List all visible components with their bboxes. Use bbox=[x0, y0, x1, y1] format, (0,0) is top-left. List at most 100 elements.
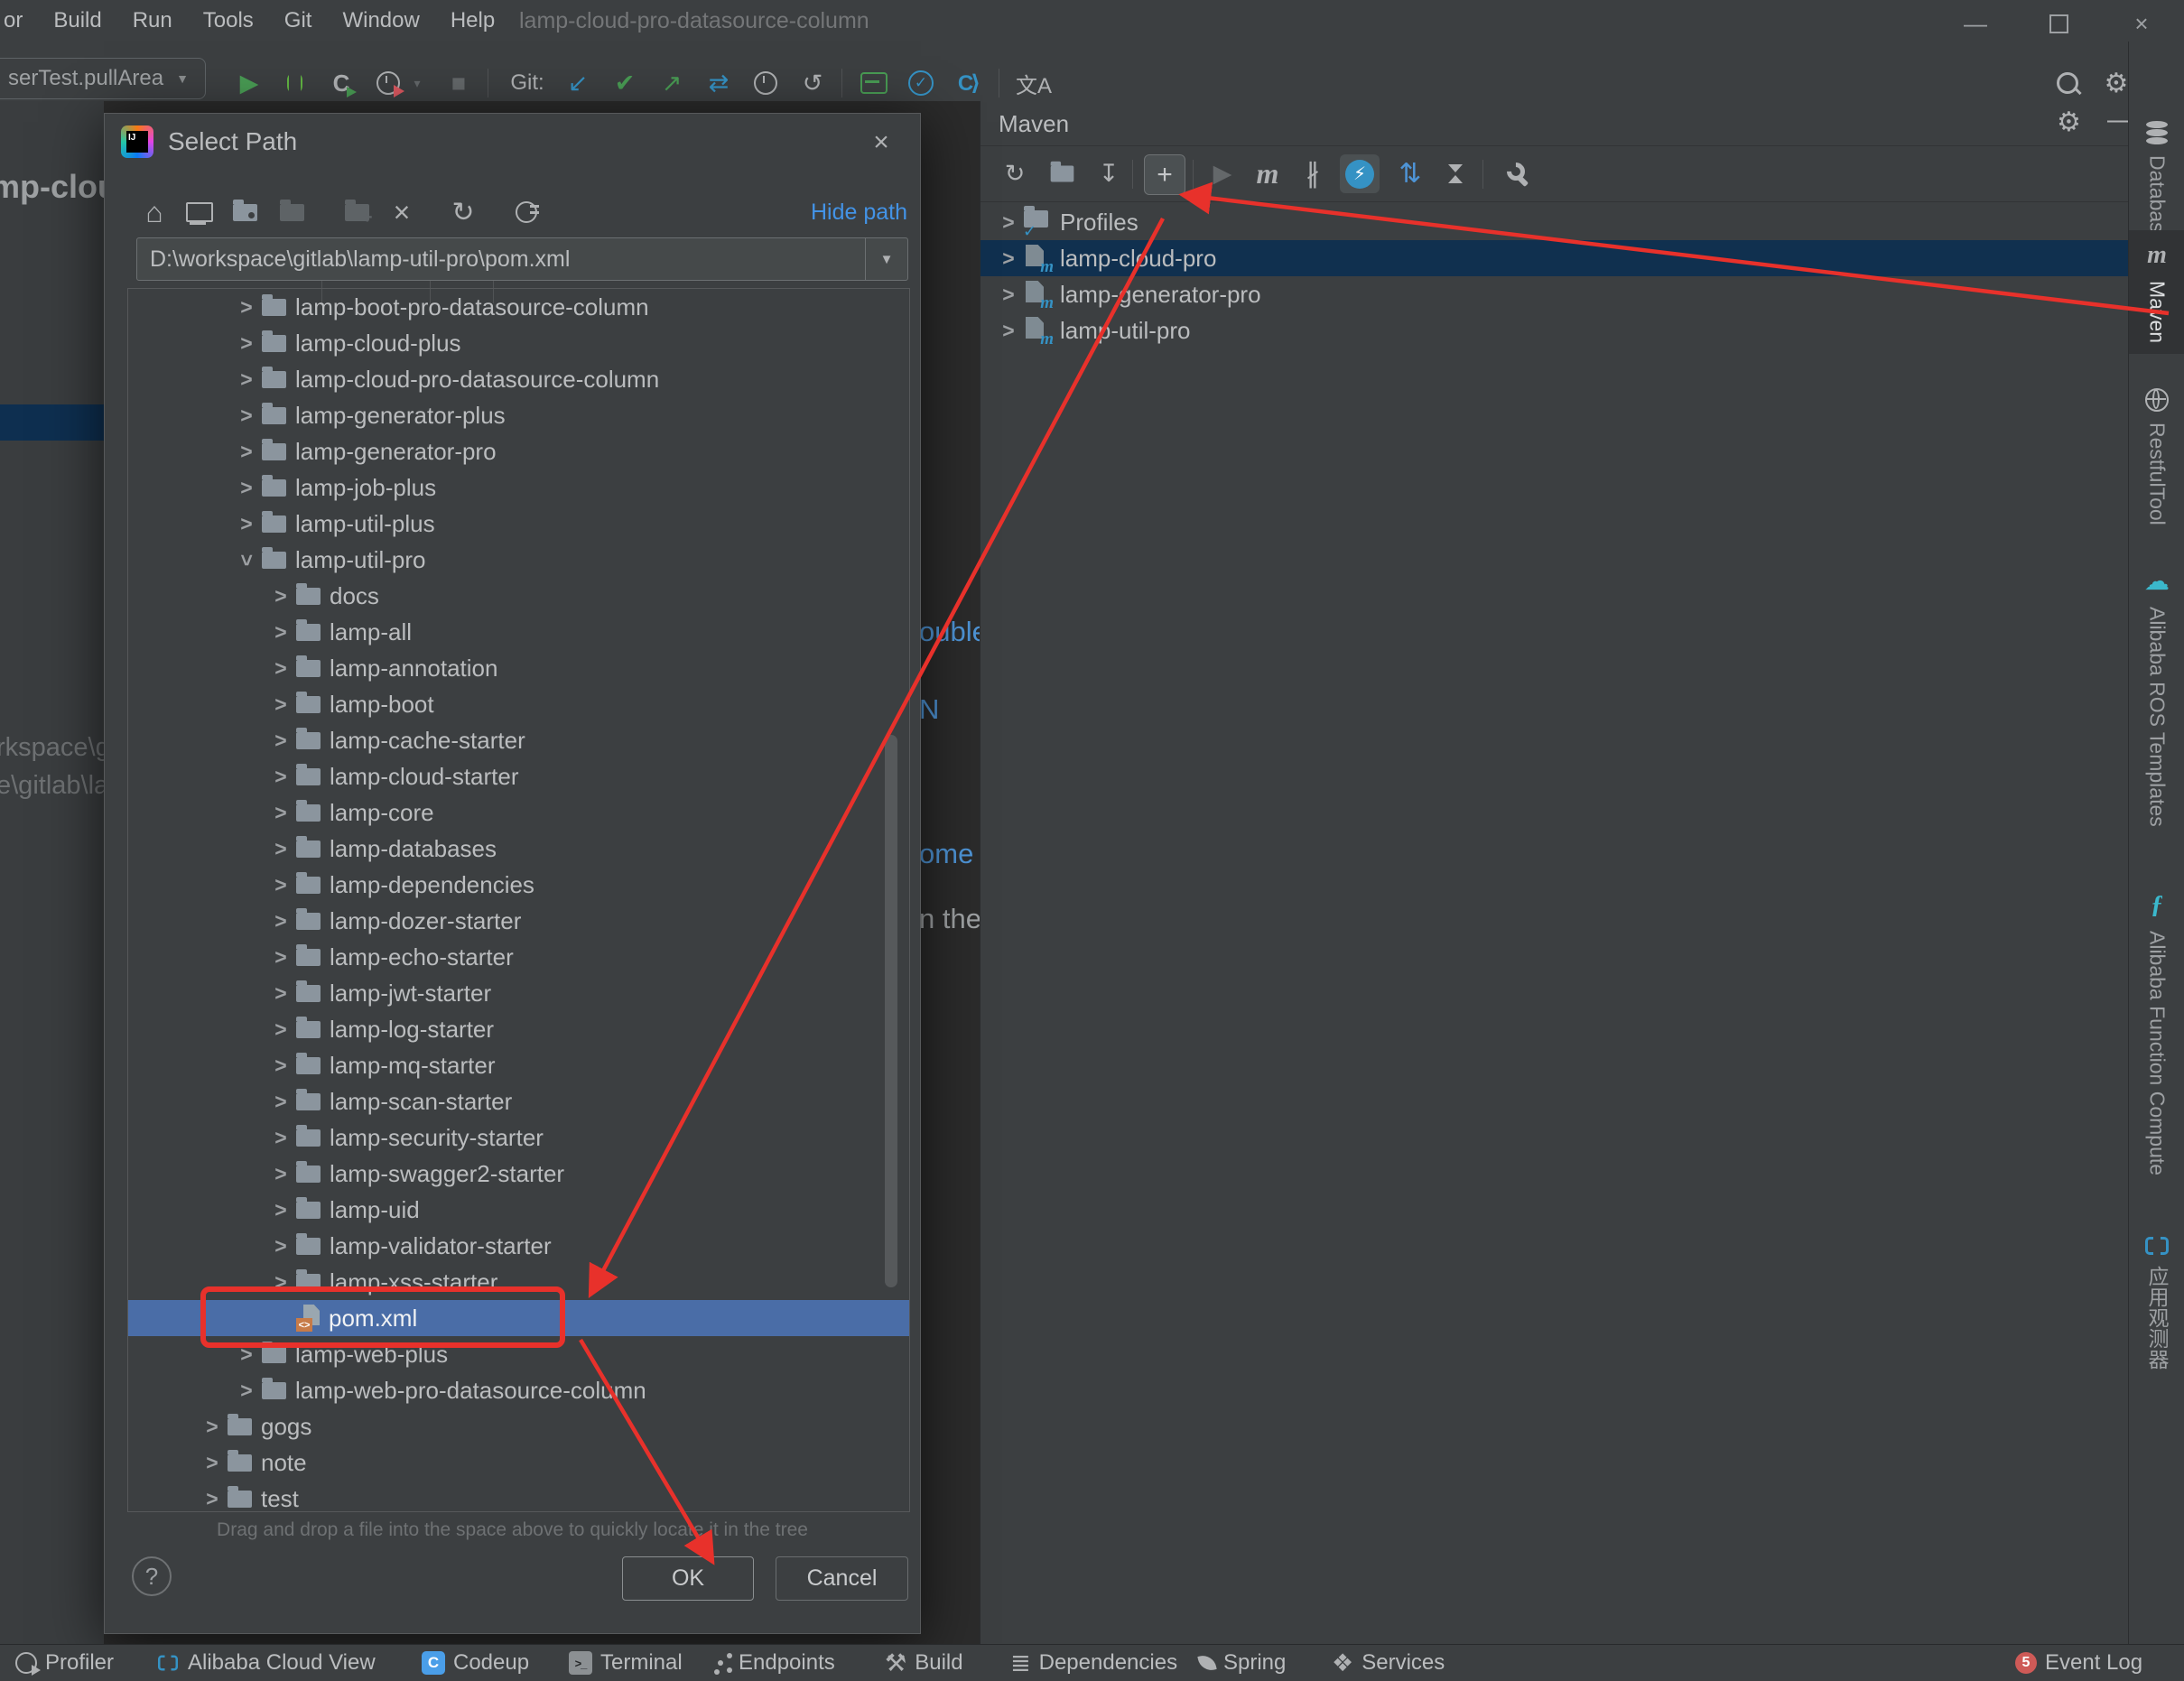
maven-tree-row[interactable]: >✓Profiles bbox=[980, 204, 2129, 240]
chevron-collapsed-icon[interactable]: > bbox=[231, 331, 262, 356]
close-icon[interactable]: × bbox=[861, 125, 901, 161]
maven-tree-row[interactable]: >mlamp-generator-pro bbox=[980, 276, 2129, 312]
coverage-icon[interactable]: C bbox=[321, 65, 361, 101]
git-commit-icon[interactable]: ✔ bbox=[605, 65, 645, 101]
tree-row[interactable]: >lamp-annotation bbox=[128, 650, 909, 686]
tree-row[interactable]: >docs bbox=[128, 578, 909, 614]
statusbar-item-endpoints[interactable]: Endpoints bbox=[718, 1645, 835, 1681]
tree-row[interactable]: >lamp-scan-starter bbox=[128, 1083, 909, 1119]
help-button[interactable]: ? bbox=[132, 1556, 172, 1596]
inspections-icon[interactable]: ✓ bbox=[901, 65, 941, 101]
execute-goal-icon[interactable]: m bbox=[1250, 145, 1286, 201]
chevron-collapsed-icon[interactable]: > bbox=[993, 283, 1024, 307]
chevron-collapsed-icon[interactable]: > bbox=[231, 295, 262, 320]
debug-icon[interactable] bbox=[276, 65, 312, 101]
tree-row[interactable]: >lamp-cache-starter bbox=[128, 722, 909, 758]
chevron-down-icon[interactable]: ▾ bbox=[408, 65, 426, 101]
tree-row[interactable]: >lamp-core bbox=[128, 794, 909, 831]
tree-row[interactable]: >lamp-log-starter bbox=[128, 1011, 909, 1047]
maven-tree-row[interactable]: >mlamp-cloud-pro bbox=[980, 240, 2129, 276]
menu-item-build[interactable]: Build bbox=[53, 8, 101, 33]
chevron-collapsed-icon[interactable]: > bbox=[231, 440, 262, 464]
tree-row[interactable]: >lamp-dozer-starter bbox=[128, 903, 909, 939]
tree-row[interactable]: >lamp-xss-starter bbox=[128, 1264, 909, 1300]
chevron-collapsed-icon[interactable]: > bbox=[265, 837, 296, 861]
chevron-collapsed-icon[interactable]: > bbox=[197, 1415, 228, 1439]
chevron-collapsed-icon[interactable]: > bbox=[265, 729, 296, 753]
event-log-item[interactable]: 5Event Log bbox=[2015, 1645, 2142, 1681]
tree-row[interactable]: ><>pom.xml bbox=[128, 1300, 909, 1336]
path-combobox[interactable]: D:\workspace\gitlab\lamp-util-pro\pom.xm… bbox=[136, 237, 908, 281]
tree-row[interactable]: >lamp-databases bbox=[128, 831, 909, 867]
git-history-icon[interactable] bbox=[746, 65, 785, 101]
tree-row[interactable]: >lamp-uid bbox=[128, 1192, 909, 1228]
chevron-collapsed-icon[interactable]: > bbox=[231, 476, 262, 500]
sidebar-tab-alibaba-function-compute[interactable]: ƒAlibaba Function Compute bbox=[2129, 880, 2184, 1186]
tree-row[interactable]: >gogs bbox=[128, 1408, 909, 1444]
menu-item-git[interactable]: Git bbox=[284, 8, 312, 33]
menu-item-tools[interactable]: Tools bbox=[203, 8, 254, 33]
tree-row[interactable]: >lamp-util-plus bbox=[128, 506, 909, 542]
chevron-collapsed-icon[interactable]: > bbox=[231, 1379, 262, 1403]
skip-tests-icon[interactable]: ∦ bbox=[1295, 145, 1331, 201]
project-dir-icon[interactable] bbox=[226, 191, 264, 233]
statusbar-item-profiler[interactable]: Profiler bbox=[15, 1645, 114, 1681]
statusbar-item-terminal[interactable]: >_Terminal bbox=[569, 1645, 683, 1681]
git-rollback-icon[interactable]: ↺ bbox=[793, 65, 832, 101]
sidebar-tab-alibaba-ros-templates[interactable]: ☁Alibaba ROS Templates bbox=[2129, 555, 2184, 838]
tree-row[interactable]: >lamp-util-pro bbox=[128, 542, 909, 578]
chevron-collapsed-icon[interactable]: > bbox=[231, 512, 262, 536]
tree-row[interactable]: >lamp-swagger2-starter bbox=[128, 1156, 909, 1192]
tree-row[interactable]: >lamp-job-plus bbox=[128, 469, 909, 506]
desktop-icon[interactable] bbox=[181, 191, 218, 233]
git-merge-icon[interactable]: ⇄ bbox=[699, 65, 739, 101]
git-push-icon[interactable]: ↗ bbox=[652, 65, 692, 101]
chevron-collapsed-icon[interactable]: > bbox=[265, 1234, 296, 1258]
menu-item-help[interactable]: Help bbox=[451, 8, 495, 33]
chevron-collapsed-icon[interactable]: > bbox=[265, 1090, 296, 1114]
monitor-icon[interactable] bbox=[854, 65, 894, 101]
tree-row[interactable]: >test bbox=[128, 1481, 909, 1512]
tree-row[interactable]: >lamp-cloud-starter bbox=[128, 758, 909, 794]
home-icon[interactable]: ⌂ bbox=[135, 191, 173, 233]
chevron-collapsed-icon[interactable]: > bbox=[231, 1342, 262, 1367]
add-maven-project-button[interactable]: + bbox=[1144, 154, 1185, 195]
expand-all-icon[interactable]: ⇅ bbox=[1392, 145, 1428, 201]
chevron-collapsed-icon[interactable]: > bbox=[197, 1487, 228, 1511]
generate-sources-icon[interactable] bbox=[1042, 145, 1082, 201]
chevron-collapsed-icon[interactable]: > bbox=[265, 1054, 296, 1078]
tree-row[interactable]: >lamp-web-pro-datasource-column bbox=[128, 1372, 909, 1408]
chevron-collapsed-icon[interactable]: > bbox=[265, 1270, 296, 1295]
tree-row[interactable]: >lamp-generator-pro bbox=[128, 433, 909, 469]
run-icon[interactable]: ▶ bbox=[231, 65, 267, 101]
tree-row[interactable]: >lamp-jwt-starter bbox=[128, 975, 909, 1011]
tree-row[interactable]: >lamp-all bbox=[128, 614, 909, 650]
delete-icon[interactable]: × bbox=[383, 191, 421, 233]
sidebar-tab-app-observer[interactable]: 应用观测器 bbox=[2129, 1226, 2184, 1380]
chevron-collapsed-icon[interactable]: > bbox=[265, 945, 296, 970]
statusbar-item-services[interactable]: ❖Services bbox=[1332, 1645, 1445, 1681]
menu-item-or[interactable]: or bbox=[4, 8, 23, 33]
tree-row[interactable]: >lamp-boot bbox=[128, 686, 909, 722]
restore-button[interactable] bbox=[2033, 5, 2084, 42]
chevron-collapsed-icon[interactable]: > bbox=[993, 210, 1024, 235]
tree-row[interactable]: >lamp-boot-pro-datasource-column bbox=[128, 289, 909, 325]
chevron-collapsed-icon[interactable]: > bbox=[197, 1451, 228, 1475]
tree-row[interactable]: >note bbox=[128, 1444, 909, 1481]
chevron-collapsed-icon[interactable]: > bbox=[265, 873, 296, 897]
hide-path-link[interactable]: Hide path bbox=[811, 200, 907, 226]
translate-icon[interactable]: 文A bbox=[1009, 65, 1058, 101]
codeup-run-icon[interactable]: C⟩ bbox=[948, 65, 988, 101]
gear-icon[interactable]: ⚙ bbox=[2057, 107, 2081, 138]
statusbar-item-build[interactable]: ⚒Build bbox=[885, 1645, 963, 1681]
offline-mode-toggle[interactable]: ⚡ bbox=[1340, 154, 1380, 193]
chevron-collapsed-icon[interactable]: > bbox=[231, 367, 262, 392]
chevron-collapsed-icon[interactable]: > bbox=[265, 1198, 296, 1222]
chevron-collapsed-icon[interactable]: > bbox=[265, 801, 296, 825]
sidebar-tab-restfultool[interactable]: RestfulTool bbox=[2129, 377, 2184, 536]
tree-row[interactable]: >lamp-security-starter bbox=[128, 1119, 909, 1156]
statusbar-item-spring[interactable]: Spring bbox=[1199, 1645, 1286, 1681]
tree-row[interactable]: >lamp-validator-starter bbox=[128, 1228, 909, 1264]
chevron-collapsed-icon[interactable]: > bbox=[265, 1017, 296, 1042]
download-sources-icon[interactable]: ↧ bbox=[1091, 145, 1127, 201]
